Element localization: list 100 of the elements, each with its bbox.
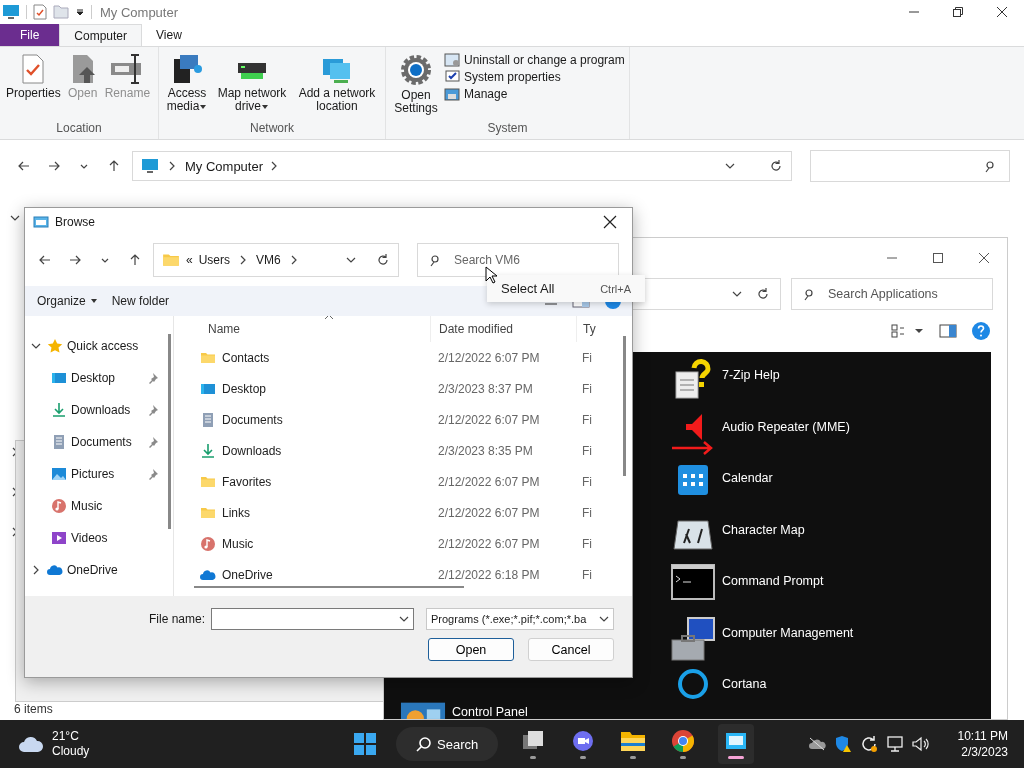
column-header[interactable]: Name [180, 322, 430, 336]
pictures-icon [51, 466, 67, 482]
app-item[interactable]: Cortana [722, 667, 767, 719]
scrollbar-thumb[interactable] [623, 336, 626, 476]
folder-icon[interactable] [620, 729, 647, 753]
restore-icon[interactable] [952, 6, 964, 18]
ribbon-button[interactable]: Access media [163, 51, 211, 121]
app-item[interactable]: Character Map [722, 512, 805, 565]
computer-toolbox-icon [670, 615, 716, 662]
dialog-button[interactable]: Open [428, 638, 514, 661]
close-icon[interactable] [996, 6, 1008, 18]
ribbon-tab[interactable]: File [0, 24, 60, 46]
ribbon-button[interactable]: Open Settings [390, 51, 442, 121]
shield-warning-icon[interactable] [833, 735, 852, 753]
type-cell: Fi [582, 350, 592, 365]
nav-item[interactable]: Music [71, 499, 103, 513]
caret-icon [89, 298, 98, 304]
file-name[interactable]: Music [222, 536, 254, 551]
star-icon [47, 338, 63, 354]
column-header[interactable]: Date modified [430, 316, 576, 342]
ribbon-button[interactable]: System properties [464, 70, 561, 84]
dialog-button[interactable]: Cancel [528, 638, 614, 661]
ribbon-button[interactable]: Manage [464, 87, 508, 101]
volume-icon[interactable] [911, 736, 930, 752]
app-item[interactable]: Calendar [722, 461, 773, 513]
file-name[interactable]: OneDrive [222, 567, 273, 582]
file-name[interactable]: Favorites [222, 474, 272, 489]
clock-time[interactable]: 10:11 PM [957, 728, 1008, 744]
view-options-icon[interactable] [891, 324, 925, 338]
shortcut-text: Ctrl+A [600, 282, 631, 295]
forward-arrow-icon [68, 253, 82, 267]
nav-item[interactable]: Downloads [71, 403, 131, 417]
preview-pane-icon[interactable] [939, 324, 957, 338]
breadcrumb[interactable]: « [186, 253, 193, 267]
address-bar[interactable]: My Computer [132, 151, 792, 181]
cloud-icon [18, 735, 44, 753]
ribbon-tab[interactable]: Computer [59, 24, 143, 46]
file-name[interactable]: Desktop [222, 381, 267, 396]
date-cell: 2/12/2022 6:07 PM [438, 505, 540, 520]
file-name-field[interactable] [211, 608, 414, 630]
properties-icon[interactable] [33, 4, 47, 20]
file-name[interactable]: Contacts [222, 350, 270, 365]
close-icon[interactable] [978, 252, 990, 264]
address-bar[interactable]: « Users VM6 [153, 243, 399, 277]
menu-item[interactable]: Select All [501, 281, 555, 296]
clock-date[interactable]: 2/3/2023 [961, 744, 1008, 760]
up-arrow-icon [128, 253, 142, 267]
date-cell: 2/3/2023 8:37 PM [438, 381, 533, 396]
date-cell: 2/3/2023 8:35 PM [438, 443, 533, 458]
browser-icon[interactable] [671, 729, 696, 753]
document-icon [51, 434, 67, 450]
ribbon-button[interactable]: Add a network location [293, 51, 381, 121]
date-cell: 2/12/2022 6:07 PM [438, 536, 540, 551]
video-chat-icon[interactable] [571, 729, 596, 753]
sync-icon[interactable] [859, 735, 878, 753]
scrollbar-thumb[interactable] [194, 586, 464, 588]
file-type-dropdown[interactable]: Programs (*.exe;*.pif;*.com;*.ba [426, 608, 614, 630]
app-item[interactable]: Command Prompt [722, 564, 824, 616]
refresh-icon [376, 253, 390, 267]
ribbon-tab[interactable]: View [142, 24, 196, 46]
type-cell: Fi [582, 412, 592, 427]
type-cell: Fi [582, 567, 592, 582]
nav-item[interactable]: Pictures [71, 467, 115, 481]
file-name[interactable]: Documents [222, 412, 283, 427]
ribbon-button[interactable]: Map network drive [213, 51, 291, 121]
app-item[interactable]: 7-Zip Help [722, 358, 780, 410]
nav-item[interactable]: Videos [71, 531, 108, 545]
start-icon[interactable] [354, 733, 376, 755]
nav-item[interactable]: OneDrive [67, 563, 118, 577]
network-icon[interactable] [885, 736, 904, 752]
app-item[interactable]: Computer Management [722, 615, 854, 668]
refresh-icon [756, 287, 770, 301]
nav-item[interactable]: Documents [71, 435, 132, 449]
search-field[interactable] [810, 150, 1010, 182]
computer-icon [2, 4, 20, 20]
toolbar-button[interactable]: Organize [37, 294, 98, 308]
search-button[interactable]: Search [396, 727, 499, 761]
ribbon-button[interactable]: Uninstall or change a program [464, 53, 625, 67]
videos-icon [51, 530, 67, 546]
dropdown-icon[interactable] [75, 7, 85, 17]
app-item[interactable]: Audio Repeater (MME) [722, 409, 850, 462]
music-icon [51, 498, 67, 514]
maximize-icon[interactable] [932, 252, 944, 264]
ribbon-button[interactable]: Properties [4, 51, 63, 121]
toolbar-button[interactable]: New folder [111, 294, 170, 308]
cloud-off-icon[interactable] [807, 736, 826, 752]
app-item[interactable]: Control Panel [452, 701, 528, 719]
file-name[interactable]: Links [222, 505, 250, 520]
search-field[interactable]: Search Applications [791, 278, 993, 310]
type-cell: Fi [582, 443, 592, 458]
column-header[interactable]: Ty [576, 316, 596, 342]
file-name[interactable]: Downloads [222, 443, 282, 458]
breadcrumb[interactable]: Users [198, 253, 231, 267]
nav-item[interactable]: Quick access [67, 339, 139, 353]
breadcrumb[interactable]: VM6 [256, 253, 281, 267]
help-icon[interactable] [971, 321, 991, 341]
breadcrumb[interactable]: My Computer [185, 158, 264, 174]
nav-item[interactable]: Desktop [71, 371, 116, 385]
type-cell: Fi [582, 505, 592, 520]
close-icon[interactable] [603, 215, 617, 229]
